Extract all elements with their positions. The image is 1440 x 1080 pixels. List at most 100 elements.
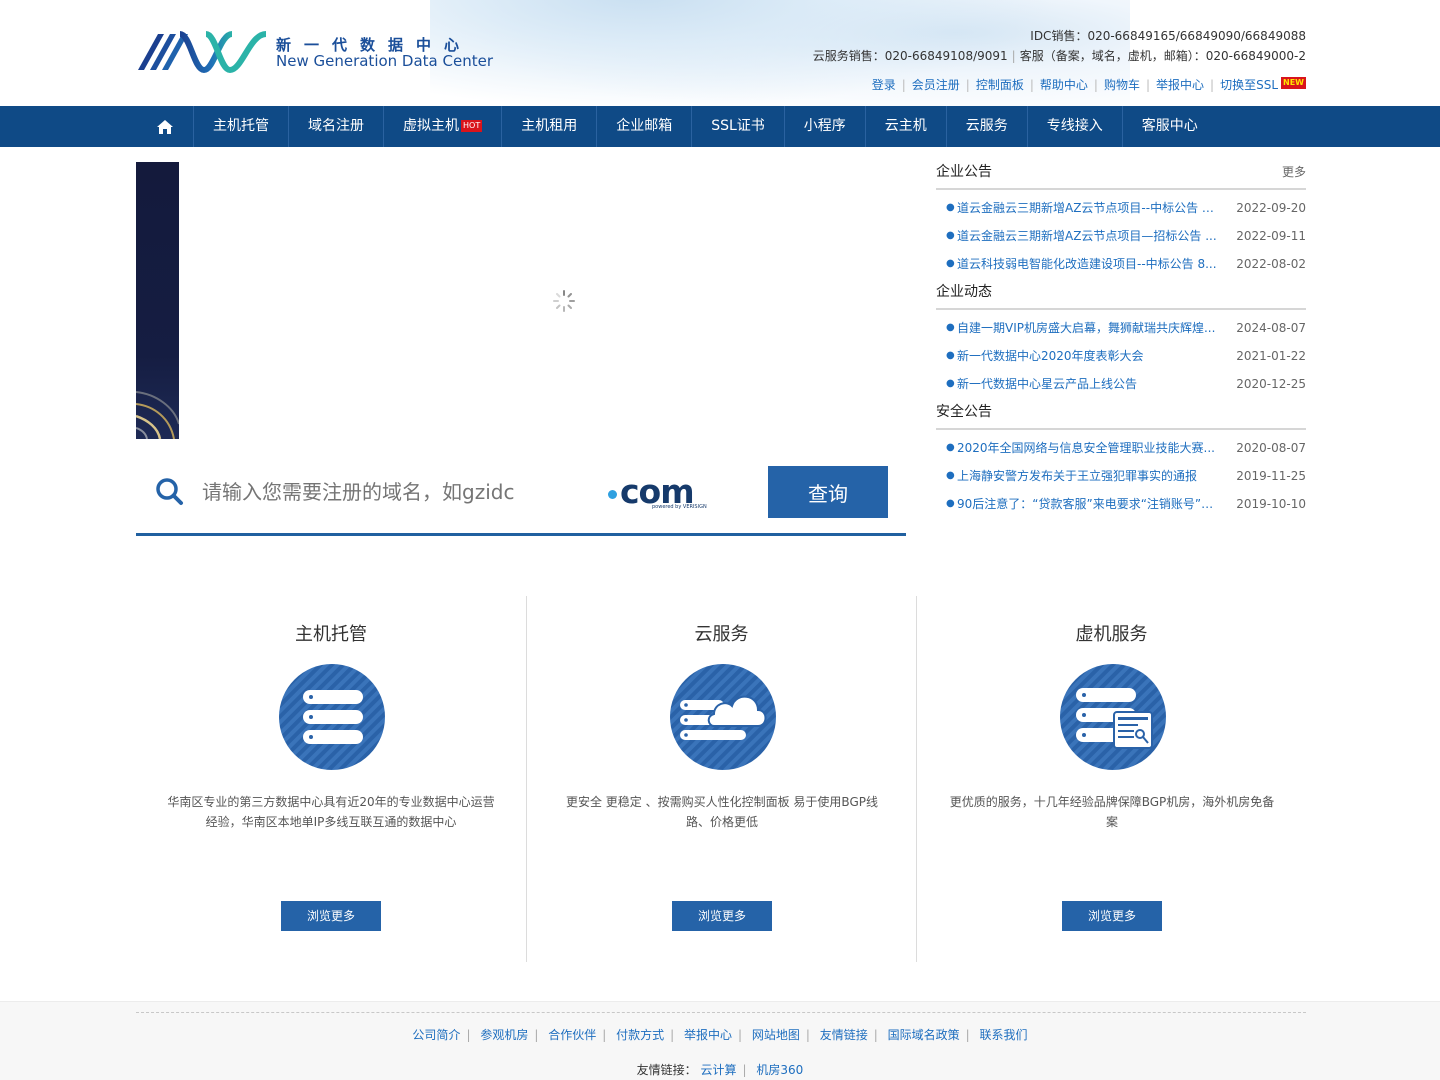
news-item-title[interactable]: 90后注意了：“贷款客服”来电要求“注销账号”是... [957, 490, 1219, 518]
news-more-link[interactable]: 更多 [1282, 162, 1306, 182]
news-item-date: 2019-11-25 [1236, 469, 1306, 483]
news-item-title[interactable]: 道云金融云三期新增AZ云节点项目--中标公告 9... [957, 194, 1219, 222]
nav-domain[interactable]: 域名注册 [289, 106, 384, 147]
friend-links-label: 友情链接： [636, 1063, 697, 1077]
news-item[interactable]: ● 道云金融云三期新增AZ云节点项目--中标公告 9... 2022-09-20 [936, 194, 1306, 222]
friend-links: 友情链接： 云计算 | 机房360 [636, 1063, 804, 1077]
help-center-link[interactable]: 帮助中心 [1040, 76, 1088, 93]
banner-carousel[interactable] [136, 162, 906, 439]
news-item[interactable]: ● 自建一期VIP机房盛大启幕，舞狮献瑞共庆辉煌... 2024-08-07 [936, 314, 1306, 342]
footer-link-contact[interactable]: 联系我们 [980, 1028, 1028, 1042]
browse-more-button[interactable]: 浏览更多 [672, 901, 772, 931]
search-icon [156, 478, 183, 505]
footer-link-friends[interactable]: 友情链接 [820, 1028, 868, 1042]
nav-email[interactable]: 企业邮箱 [597, 106, 693, 147]
news-item[interactable]: ● 道云科技弱电智能化改造建设项目--中标公告 8... 2022-08-02 [936, 250, 1306, 278]
service-title: 主机托管 [295, 624, 367, 645]
service-description: 华南区专业的第三方数据中心具有近20年的专业数据中心运营经验，华南区本地单IP多… [167, 795, 495, 829]
contact-line: 云服务销售：020-66849108/9091 | 客服（备案，域名，虚机，邮箱）：… [813, 47, 1306, 64]
server-stack-icon [279, 664, 385, 770]
cart-link[interactable]: 购物车 [1104, 76, 1140, 93]
service-card-colocation: 主机托管 华南区专业的第三方数据中心具有近20年的专业数据中心运营经验，华南区本… [136, 596, 526, 962]
nav-customer-service[interactable]: 客服中心 [1123, 106, 1217, 147]
nav-mini-program[interactable]: 小程序 [785, 106, 866, 147]
news-item-date: 2024-08-07 [1236, 321, 1306, 335]
news-item[interactable]: ● 2020年全国网络与信息安全管理职业技能大赛... 2020-08-07 [936, 434, 1306, 462]
footer-link-about[interactable]: 公司简介 [412, 1028, 460, 1042]
cloud-server-icon [670, 664, 776, 770]
news-item-title[interactable]: 新一代数据中心星云产品上线公告 [957, 370, 1219, 398]
main-nav: 主机托管 域名注册 虚拟主机 HOT 主机租用 企业邮箱 SSL证书 小程序 云主… [0, 106, 1440, 147]
nav-dedicated-line[interactable]: 专线接入 [1028, 106, 1123, 147]
news-item-date: 2020-12-25 [1236, 377, 1306, 391]
nav-virtual-host[interactable]: 虚拟主机 HOT [384, 106, 503, 147]
news-item[interactable]: ● 上海静安警方发布关于王立强犯罪事实的通报 2019-11-25 [936, 462, 1306, 490]
news-item-date: 2020-08-07 [1236, 441, 1306, 455]
news-item[interactable]: ● 道云金融云三期新增AZ云节点项目—招标公告 ... 2022-09-11 [936, 222, 1306, 250]
domain-search-button[interactable]: 查询 [768, 466, 888, 518]
service-title: 云服务 [694, 624, 749, 645]
tld-dot [608, 490, 617, 499]
login-link[interactable]: 登录 [872, 76, 896, 93]
footer-link-partners[interactable]: 合作伙伴 [548, 1028, 596, 1042]
news-item[interactable]: ● 新一代数据中心2020年度表彰大会 2021-01-22 [936, 342, 1306, 370]
nav-cloud-service[interactable]: 云服务 [947, 106, 1028, 147]
footer-links: 公司简介 | 参观机房 | 合作伙伴 | 付款方式 | 举报中心 | 网站地图 | 友情链接… [412, 1028, 1028, 1042]
footer-link-sitemap[interactable]: 网站地图 [752, 1028, 800, 1042]
tld-powered-by: powered by VERISIGN [652, 504, 707, 510]
loading-spinner-icon [553, 290, 575, 312]
footer-divider [136, 1012, 1306, 1013]
footer-link-payment[interactable]: 付款方式 [616, 1028, 664, 1042]
news-section-title: 企业公告 [936, 164, 992, 180]
news-item-title[interactable]: 2020年全国网络与信息安全管理职业技能大赛... [957, 434, 1219, 462]
idc-sales-phone: IDC销售：020-66849165/66849090/66849088 [1030, 29, 1306, 43]
new-badge: NEW [1281, 76, 1306, 89]
footer-link-domain-policy[interactable]: 国际域名政策 [888, 1028, 960, 1042]
register-link[interactable]: 会员注册 [912, 76, 960, 93]
banner-road-graphic [136, 391, 179, 439]
news-item-date: 2022-08-02 [1236, 257, 1306, 271]
news-item-date: 2022-09-11 [1236, 229, 1306, 243]
services-section: 主机托管 华南区专业的第三方数据中心具有近20年的专业数据中心运营经验，华南区本… [136, 596, 1306, 962]
site-logo[interactable]: 新一代数据中心 New Generation Data Center [136, 30, 501, 74]
switch-ssl-link[interactable]: 切换至SSL [1220, 76, 1278, 93]
logo-english-name: New Generation Data Center [276, 52, 494, 70]
service-card-cloud: 云服务 更安全 更稳定 、按需购买人性化控制面板 易于使用BGP线路、价格更低 … [526, 596, 916, 962]
control-panel-link[interactable]: 控制面板 [976, 76, 1024, 93]
news-item[interactable]: ● 90后注意了：“贷款客服”来电要求“注销账号”是... 2019-10-10 [936, 490, 1306, 518]
news-item-title[interactable]: 自建一期VIP机房盛大启幕，舞狮献瑞共庆辉煌... [957, 314, 1219, 342]
logo-waves-icon [138, 31, 267, 74]
friend-link[interactable]: 机房360 [756, 1063, 803, 1077]
news-section-announcements: 企业公告 更多 ● 道云金融云三期新增AZ云节点项目--中标公告 9... 2022… [936, 162, 1306, 282]
footer-link-report[interactable]: 举报中心 [684, 1028, 732, 1042]
news-item-title[interactable]: 新一代数据中心2020年度表彰大会 [957, 342, 1219, 370]
news-item[interactable]: ● 新一代数据中心星云产品上线公告 2020-12-25 [936, 370, 1306, 398]
browse-more-button[interactable]: 浏览更多 [281, 901, 381, 931]
news-section-security: 安全公告 ● 2020年全国网络与信息安全管理职业技能大赛... 2020-08-0… [936, 402, 1306, 522]
footer-link-visit[interactable]: 参观机房 [480, 1028, 528, 1042]
site-header: 新一代数据中心 New Generation Data Center IDC销售… [0, 0, 1440, 106]
home-icon [156, 119, 173, 134]
news-item-title[interactable]: 上海静安警方发布关于王立强犯罪事实的通报 [957, 462, 1219, 490]
virtual-host-icon [1060, 664, 1166, 770]
nav-server-rental[interactable]: 主机租用 [502, 106, 598, 147]
top-links: 登录 | 会员注册 | 控制面板 | 帮助中心 | 购物车 | 举报中心 | 切换至SSL … [871, 76, 1306, 93]
tld-selector[interactable]: com powered by VERISIGN [608, 472, 728, 516]
service-description: 更安全 更稳定 、按需购买人性化控制面板 易于使用BGP线路、价格更低 [565, 795, 878, 829]
friend-link[interactable]: 云计算 [701, 1063, 737, 1077]
nav-cloud-host[interactable]: 云主机 [866, 106, 947, 147]
news-section-title: 企业动态 [936, 284, 992, 300]
news-panel: 企业公告 更多 ● 道云金融云三期新增AZ云节点项目--中标公告 9... 2022… [936, 162, 1306, 522]
hot-badge: HOT [461, 120, 483, 132]
news-item-title[interactable]: 道云科技弱电智能化改造建设项目--中标公告 8... [957, 250, 1219, 278]
browse-more-button[interactable]: 浏览更多 [1062, 901, 1162, 931]
domain-search-input[interactable] [202, 474, 592, 510]
news-item-date: 2022-09-20 [1236, 201, 1306, 215]
report-center-link[interactable]: 举报中心 [1156, 76, 1204, 93]
news-item-title[interactable]: 道云金融云三期新增AZ云节点项目—招标公告 ... [957, 222, 1219, 250]
nav-colocation[interactable]: 主机托管 [194, 106, 289, 147]
site-footer: 公司简介 | 参观机房 | 合作伙伴 | 付款方式 | 举报中心 | 网站地图 | 友情链接… [0, 1001, 1440, 1080]
nav-ssl[interactable]: SSL证书 [692, 106, 785, 147]
news-item-date: 2021-01-22 [1236, 349, 1306, 363]
nav-home[interactable] [136, 106, 194, 147]
